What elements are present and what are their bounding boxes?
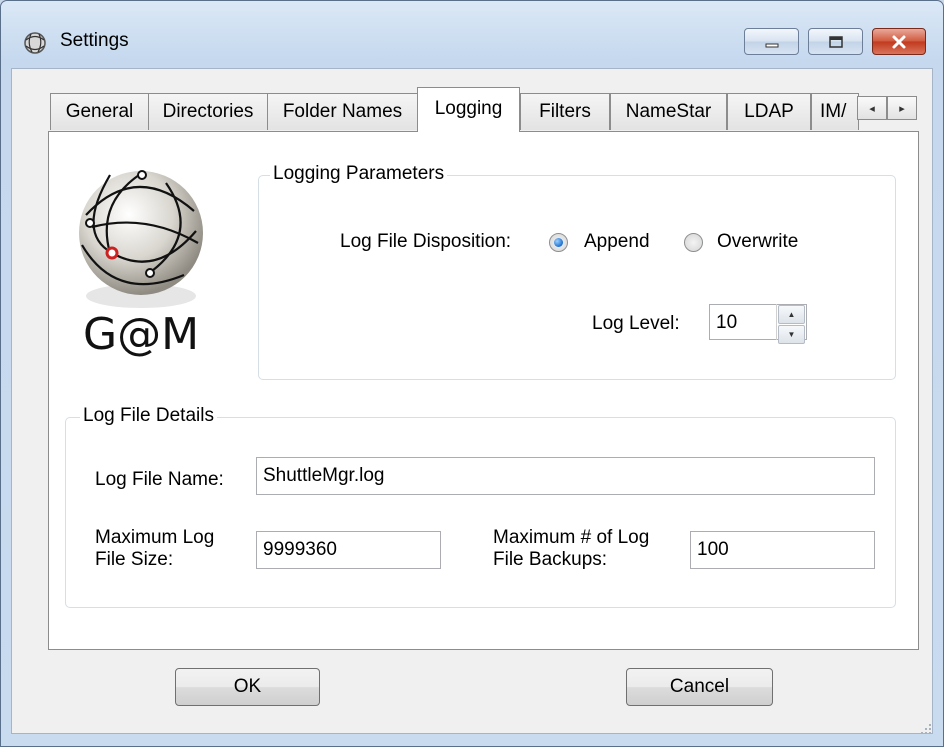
spin-down-button[interactable]: ▼ xyxy=(778,325,805,344)
max-size-label-line2: File Size: xyxy=(95,549,174,570)
resize-grip-icon[interactable] xyxy=(918,721,932,735)
max-backups-label-line2: File Backups: xyxy=(493,549,608,570)
window-title: Settings xyxy=(60,30,129,51)
arrow-left-icon: ◂ xyxy=(869,102,875,115)
tab-filters[interactable]: Filters xyxy=(520,93,610,130)
arrow-right-icon: ▸ xyxy=(899,102,905,115)
logo-text: G@M xyxy=(83,309,199,360)
maximize-button[interactable] xyxy=(808,28,863,55)
tab-scroll-right-button[interactable]: ▸ xyxy=(887,96,917,120)
tab-directories[interactable]: Directories xyxy=(148,93,268,130)
overwrite-radio-label[interactable]: Overwrite xyxy=(717,231,798,253)
maximum-log-file-size-input[interactable]: 9999360 xyxy=(256,531,441,569)
tab-folder-names[interactable]: Folder Names xyxy=(267,93,418,130)
maximum-log-file-backups-label: Maximum # of Log File Backups: xyxy=(493,527,649,571)
log-file-details-legend: Log File Details xyxy=(80,405,217,427)
log-file-disposition-label: Log File Disposition: xyxy=(340,231,512,252)
tab-general[interactable]: General xyxy=(50,93,149,130)
logging-parameters-legend: Logging Parameters xyxy=(270,163,448,185)
cancel-button[interactable]: Cancel xyxy=(626,668,773,706)
tab-im[interactable]: IM/ xyxy=(811,93,859,130)
maximize-icon xyxy=(828,35,843,48)
log-level-spin-buttons: ▲ ▼ xyxy=(776,304,806,344)
settings-app-icon xyxy=(24,32,46,54)
maximum-log-file-backups-input[interactable]: 100 xyxy=(690,531,875,569)
log-file-name-input[interactable]: ShuttleMgr.log xyxy=(256,457,875,495)
spin-down-icon: ▼ xyxy=(787,330,796,339)
log-level-label: Log Level: xyxy=(592,313,680,334)
minimize-icon xyxy=(765,43,778,47)
tab-ldap[interactable]: LDAP xyxy=(727,93,811,130)
tab-logging[interactable]: Logging xyxy=(417,87,520,132)
log-file-details-group xyxy=(65,417,896,608)
ok-button[interactable]: OK xyxy=(175,668,320,706)
spin-up-button[interactable]: ▲ xyxy=(778,305,805,324)
max-size-label-line1: Maximum Log xyxy=(95,527,215,548)
title-bar[interactable] xyxy=(1,1,943,41)
spin-up-icon: ▲ xyxy=(787,310,796,319)
log-file-name-label: Log File Name: xyxy=(95,469,224,490)
tab-scroll-arrows: ◂ ▸ xyxy=(857,96,923,120)
append-radio-label[interactable]: Append xyxy=(584,231,650,253)
tab-scroll-left-button[interactable]: ◂ xyxy=(857,96,887,120)
overwrite-radio[interactable] xyxy=(684,233,703,252)
close-button[interactable] xyxy=(872,28,926,55)
minimize-button[interactable] xyxy=(744,28,799,55)
close-icon xyxy=(892,35,906,48)
maximum-log-file-size-label: Maximum Log File Size: xyxy=(95,527,214,571)
max-backups-label-line1: Maximum # of Log xyxy=(493,527,650,548)
append-radio[interactable] xyxy=(549,233,568,252)
gem-logo: G@M xyxy=(79,170,203,360)
tab-namestar[interactable]: NameStar xyxy=(610,93,727,130)
logging-parameters-group xyxy=(258,175,896,380)
